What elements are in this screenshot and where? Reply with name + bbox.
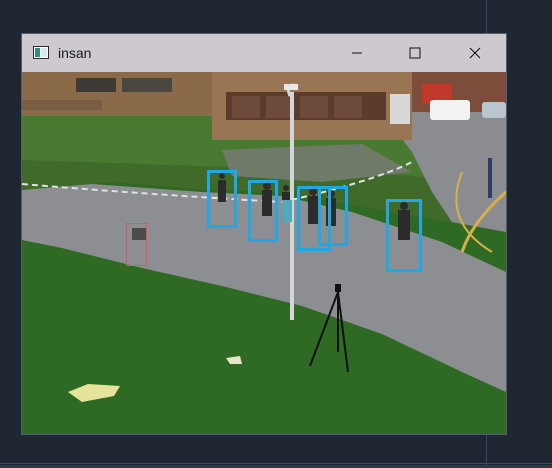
video-frame: [22, 72, 506, 434]
window-title: insan: [58, 45, 92, 61]
maximize-icon: [409, 47, 421, 59]
maximize-button[interactable]: [386, 34, 444, 72]
minimize-icon: [352, 52, 362, 54]
minimize-button[interactable]: [328, 34, 386, 72]
detection-box-object: [126, 223, 147, 266]
detection-box-person-2: [248, 180, 278, 242]
detection-box-person-4: [318, 186, 348, 246]
close-icon: [469, 47, 481, 59]
detection-box-person-5: [386, 199, 422, 272]
title-bar[interactable]: insan: [22, 34, 506, 72]
opencv-window-icon: [33, 46, 49, 59]
close-button[interactable]: [446, 34, 504, 72]
detection-box-person-1: [207, 170, 237, 228]
detection-box-person-6: [282, 218, 290, 238]
camera-feed-image: [22, 72, 506, 434]
image-window: insan: [22, 34, 506, 434]
ide-bottom-divider: [0, 463, 552, 464]
